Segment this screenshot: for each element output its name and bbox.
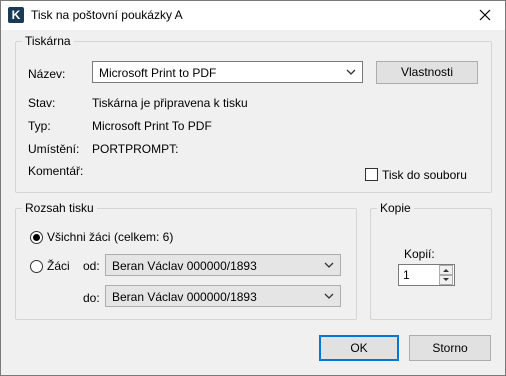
print-range-group-label: Rozsah tisku bbox=[22, 201, 97, 215]
app-logo-icon: K bbox=[8, 7, 24, 23]
ok-button-label: OK bbox=[350, 341, 368, 355]
copies-group-label: Kopie bbox=[377, 201, 414, 215]
properties-button-label: Vlastnosti bbox=[400, 65, 454, 79]
from-student-select[interactable]: Beran Václav 000000/1893 bbox=[105, 254, 341, 276]
type-label: Typ: bbox=[28, 119, 51, 133]
chevron-down-icon bbox=[324, 293, 334, 299]
status-value: Tiskárna je připravena k tisku bbox=[92, 96, 248, 110]
type-value: Microsoft Print To PDF bbox=[92, 119, 212, 133]
cancel-button[interactable]: Storno bbox=[409, 335, 491, 361]
status-label: Stav: bbox=[28, 96, 56, 110]
ok-button[interactable]: OK bbox=[319, 335, 399, 361]
radio-selected-dot bbox=[33, 234, 40, 241]
from-student-value: Beran Václav 000000/1893 bbox=[112, 259, 257, 273]
chevron-down-icon bbox=[324, 262, 334, 268]
comment-label: Komentář: bbox=[28, 164, 84, 178]
copies-increment-button[interactable] bbox=[439, 265, 453, 275]
to-student-select[interactable]: Beran Václav 000000/1893 bbox=[105, 285, 341, 307]
all-students-count: (celkem: 6) bbox=[114, 230, 174, 244]
copies-value: 1 bbox=[403, 268, 410, 282]
copies-label: Kopií: bbox=[404, 247, 435, 261]
all-students-radio[interactable] bbox=[30, 231, 43, 244]
print-to-file-checkbox[interactable] bbox=[365, 168, 378, 181]
all-students-label[interactable]: Všichni žáci bbox=[47, 230, 110, 244]
printer-group-label: Tiskárna bbox=[22, 34, 74, 48]
copies-decrement-button[interactable] bbox=[439, 275, 453, 285]
printer-name-select[interactable]: Microsoft Print to PDF bbox=[92, 61, 363, 83]
spin-up-icon bbox=[443, 269, 449, 272]
title-bar: K Tisk na poštovní poukázky A bbox=[1, 1, 505, 30]
printer-name-label: Název: bbox=[28, 67, 66, 81]
to-student-value: Beran Václav 000000/1893 bbox=[112, 290, 257, 304]
close-icon bbox=[479, 9, 491, 21]
window-title: Tisk na poštovní poukázky A bbox=[31, 8, 183, 22]
chevron-down-icon bbox=[346, 69, 356, 75]
print-to-file-label[interactable]: Tisk do souboru bbox=[382, 168, 467, 182]
spin-down-icon bbox=[443, 278, 449, 281]
properties-button[interactable]: Vlastnosti bbox=[376, 61, 478, 84]
cancel-button-label: Storno bbox=[432, 341, 468, 355]
print-dialog-window: K Tisk na poštovní poukázky A Tiskárna N… bbox=[0, 0, 506, 376]
to-label: do: bbox=[83, 291, 100, 305]
location-label: Umístění: bbox=[28, 142, 80, 156]
close-button[interactable] bbox=[465, 1, 505, 30]
printer-name-value: Microsoft Print to PDF bbox=[99, 66, 217, 80]
location-value: PORTPROMPT: bbox=[92, 142, 179, 156]
selected-students-label[interactable]: Žáci bbox=[47, 259, 70, 273]
selected-students-radio[interactable] bbox=[30, 260, 43, 273]
from-label: od: bbox=[83, 259, 100, 273]
